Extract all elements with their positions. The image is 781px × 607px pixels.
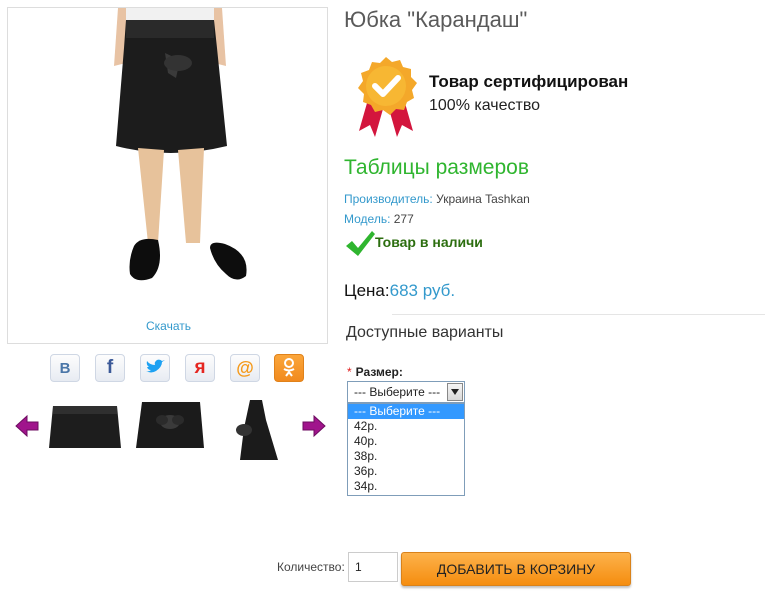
size-select-value: --- Выберите --- — [354, 385, 441, 399]
size-option[interactable]: 34р. — [348, 479, 464, 494]
facebook-share-button[interactable]: f — [95, 354, 125, 382]
model-value: 277 — [393, 212, 414, 226]
options-title: Доступные варианты — [346, 324, 504, 341]
model-label: Модель: — [344, 212, 391, 226]
facebook-icon: f — [106, 357, 114, 378]
vk-share-button[interactable]: B — [50, 354, 80, 382]
certificate-subtitle: 100% качество — [429, 97, 541, 114]
checkmark-icon — [346, 231, 375, 256]
yandex-share-button[interactable]: я — [185, 354, 215, 382]
download-link[interactable]: Скачать — [8, 319, 329, 333]
divider — [392, 314, 765, 315]
quantity-label: Количество: — [277, 560, 345, 574]
size-option[interactable]: 42р. — [348, 419, 464, 434]
add-to-cart-button[interactable]: ДОБАВИТЬ В КОРЗИНУ — [401, 552, 631, 586]
price-label: Цена: — [344, 281, 390, 300]
chevron-down-icon[interactable] — [447, 383, 463, 401]
size-dropdown-list: --- Выберите --- 42р. 40р. 38р. 36р. 34р… — [347, 403, 465, 496]
odnoklassniki-icon — [283, 358, 295, 377]
certificate-title: Товар сертифицирован — [429, 72, 629, 91]
twitter-icon — [146, 359, 165, 373]
vk-icon: B — [59, 359, 71, 377]
size-label: * Размер: — [347, 365, 403, 379]
thumbnail-2[interactable] — [134, 400, 207, 448]
required-mark: * — [347, 365, 352, 379]
certificate-badge-icon — [358, 57, 417, 137]
yandex-icon: я — [194, 357, 206, 378]
size-table-link[interactable]: Таблицы размеров — [344, 156, 529, 180]
size-option[interactable]: 38р. — [348, 449, 464, 464]
model-row: Модель: 277 — [344, 212, 414, 226]
next-arrow-icon[interactable] — [301, 413, 327, 439]
prev-arrow-icon[interactable] — [14, 413, 40, 439]
manufacturer-label[interactable]: Производитель: — [344, 192, 433, 206]
size-option[interactable]: --- Выберите --- — [348, 404, 464, 419]
mail-icon: @ — [236, 357, 254, 378]
size-select[interactable]: --- Выберите --- — [347, 381, 465, 403]
price-row: Цена:683 руб. — [344, 281, 455, 301]
size-label-text: Размер: — [355, 365, 403, 379]
quantity-input[interactable] — [348, 552, 398, 582]
manufacturer-row: Производитель: Украина Tashkan — [344, 192, 530, 206]
odnoklassniki-share-button[interactable] — [274, 354, 304, 382]
thumbnail-3[interactable] — [232, 400, 280, 460]
price-value: 683 руб. — [389, 281, 456, 300]
stock-status: Товар в наличи — [375, 234, 483, 250]
twitter-share-button[interactable] — [140, 354, 170, 382]
thumbnail-1[interactable] — [47, 400, 123, 448]
mail-share-button[interactable]: @ — [230, 354, 260, 382]
size-option[interactable]: 36р. — [348, 464, 464, 479]
size-option[interactable]: 40р. — [348, 434, 464, 449]
main-product-image[interactable]: Скачать — [7, 7, 328, 344]
skirt-photo — [114, 8, 247, 281]
manufacturer-value: Украина Tashkan — [436, 192, 530, 206]
product-title: Юбка "Карандаш" — [344, 7, 528, 32]
